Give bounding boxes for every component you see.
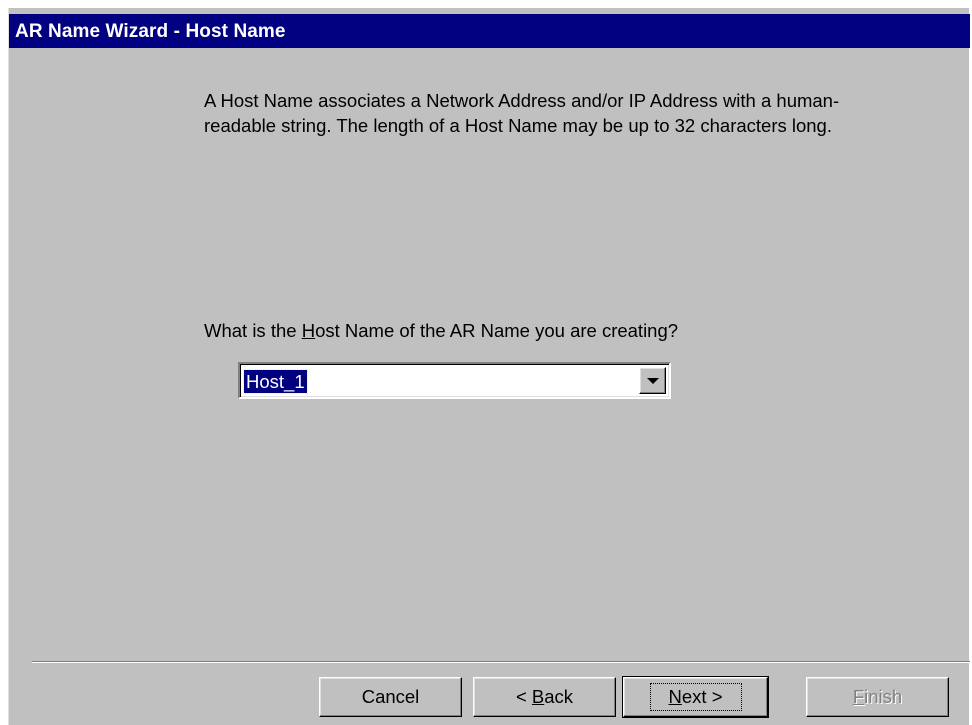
next-button[interactable]: Next > — [622, 676, 769, 718]
next-suffix: ext > — [681, 686, 723, 707]
host-name-prompt: What is the Host Name of the AR Name you… — [204, 320, 678, 342]
footer-divider — [32, 661, 970, 663]
back-suffix: ack — [544, 686, 574, 707]
next-hotkey: N — [668, 686, 682, 707]
dropdown-button[interactable] — [639, 367, 666, 394]
next-focus-ring: Next > — [649, 683, 742, 711]
finish-button: Finish — [806, 677, 949, 717]
title-bar[interactable]: AR Name Wizard - Host Name — [9, 14, 970, 48]
cancel-label: Cancel — [361, 686, 420, 707]
back-prefix: < — [515, 686, 532, 707]
prompt-suffix: ost Name of the AR Name you are creating… — [315, 320, 679, 341]
chevron-down-icon — [647, 378, 659, 384]
host-name-value[interactable]: Host_1 — [243, 369, 308, 394]
back-button[interactable]: < Back — [473, 677, 616, 717]
back-hotkey: B — [531, 686, 545, 707]
description-text: A Host Name associates a Network Address… — [204, 90, 840, 136]
prompt-prefix: What is the — [204, 320, 302, 341]
prompt-hotkey: H — [301, 320, 316, 341]
finish-suffix: inish — [864, 686, 903, 707]
wizard-window: AR Name Wizard - Host Name A Host Name a… — [8, 8, 970, 725]
cancel-button[interactable]: Cancel — [319, 677, 462, 717]
window-title: AR Name Wizard - Host Name — [15, 21, 286, 42]
finish-hotkey: F — [852, 686, 865, 707]
host-name-combobox[interactable]: Host_1 — [238, 362, 671, 399]
